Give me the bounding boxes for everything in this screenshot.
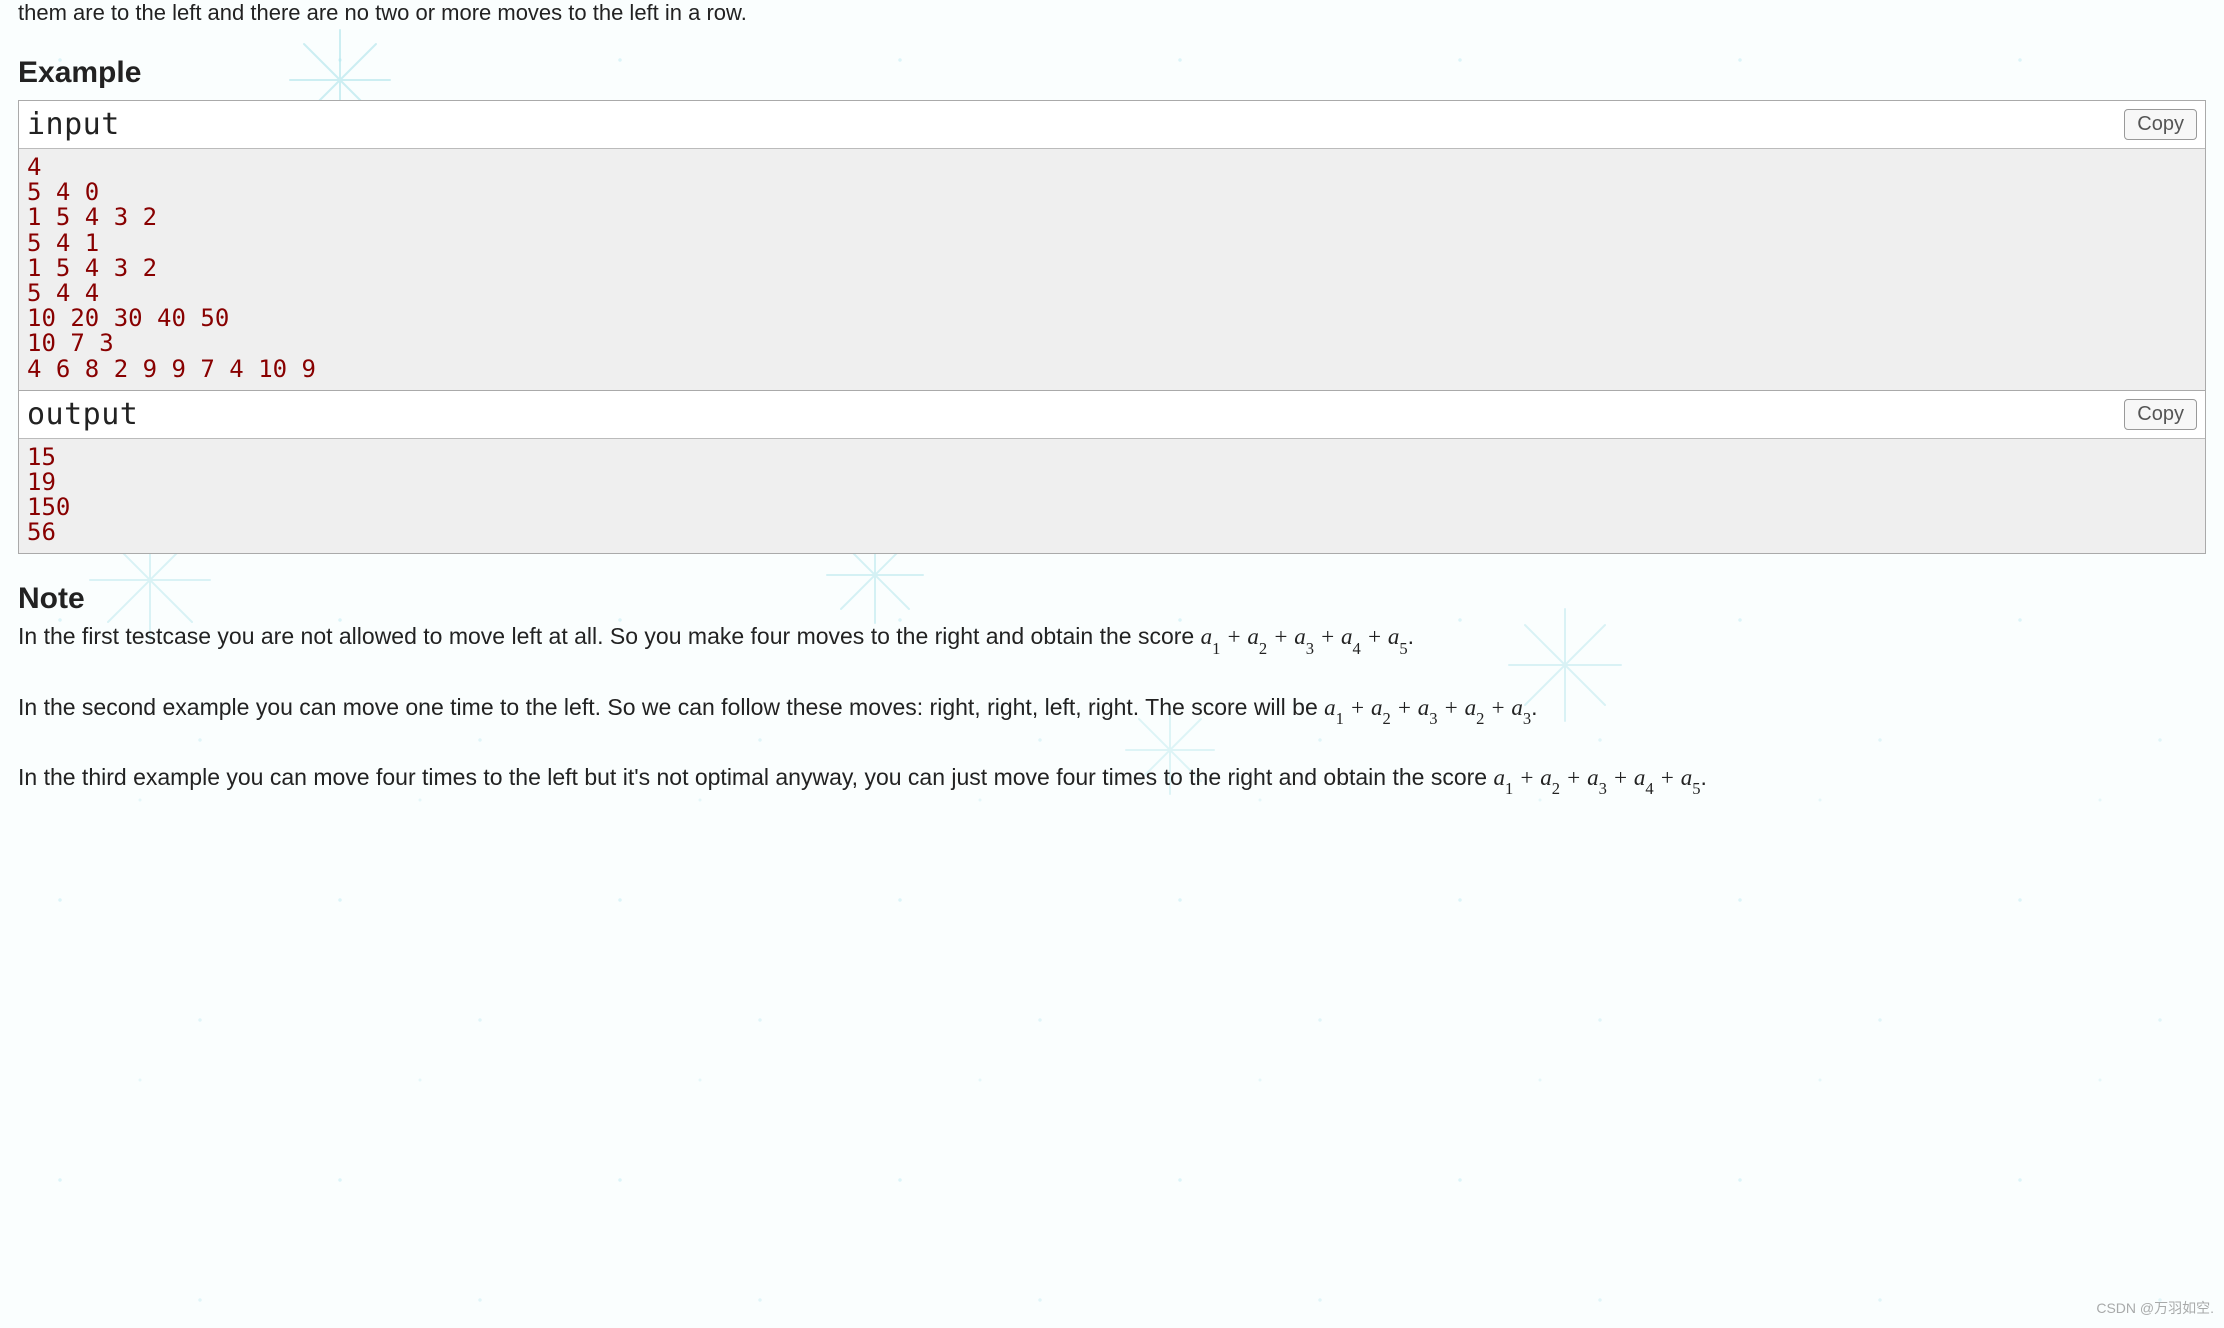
example-heading: Example <box>18 56 2206 90</box>
output-title: output <box>27 397 138 432</box>
output-text: 15 19 150 56 <box>27 445 2197 546</box>
output-block: output Copy 15 19 150 56 <box>18 391 2206 555</box>
truncated-prev-paragraph: them are to the left and there are no tw… <box>18 0 2206 26</box>
note-p1-formula: a1 + a2 + a3 + a4 + a5 <box>1201 624 1408 649</box>
copy-input-button[interactable]: Copy <box>2124 109 2197 140</box>
note-p1-text: In the first testcase you are not allowe… <box>18 623 1201 649</box>
output-body: 15 19 150 56 <box>19 439 2205 554</box>
note-paragraph-1: In the first testcase you are not allowe… <box>18 620 2206 656</box>
note-p3-formula: a1 + a2 + a3 + a4 + a5 <box>1493 765 1700 790</box>
watermark: CSDN @万羽如空. <box>2096 1298 2214 1318</box>
note-paragraph-3: In the third example you can move four t… <box>18 761 2206 797</box>
copy-output-button[interactable]: Copy <box>2124 399 2197 430</box>
note-heading: Note <box>18 582 2206 616</box>
note-p3-text: In the third example you can move four t… <box>18 764 1493 790</box>
note-paragraph-2: In the second example you can move one t… <box>18 691 2206 727</box>
input-body: 4 5 4 0 1 5 4 3 2 5 4 1 1 5 4 3 2 5 4 4 … <box>19 149 2205 390</box>
input-header: input Copy <box>19 101 2205 149</box>
output-header: output Copy <box>19 391 2205 439</box>
input-text: 4 5 4 0 1 5 4 3 2 5 4 1 1 5 4 3 2 5 4 4 … <box>27 155 2197 382</box>
input-block: input Copy 4 5 4 0 1 5 4 3 2 5 4 1 1 5 4… <box>18 100 2206 391</box>
note-p2-formula: a1 + a2 + a3 + a2 + a3 <box>1324 695 1531 720</box>
note-p2-text: In the second example you can move one t… <box>18 694 1324 720</box>
input-title: input <box>27 107 120 142</box>
